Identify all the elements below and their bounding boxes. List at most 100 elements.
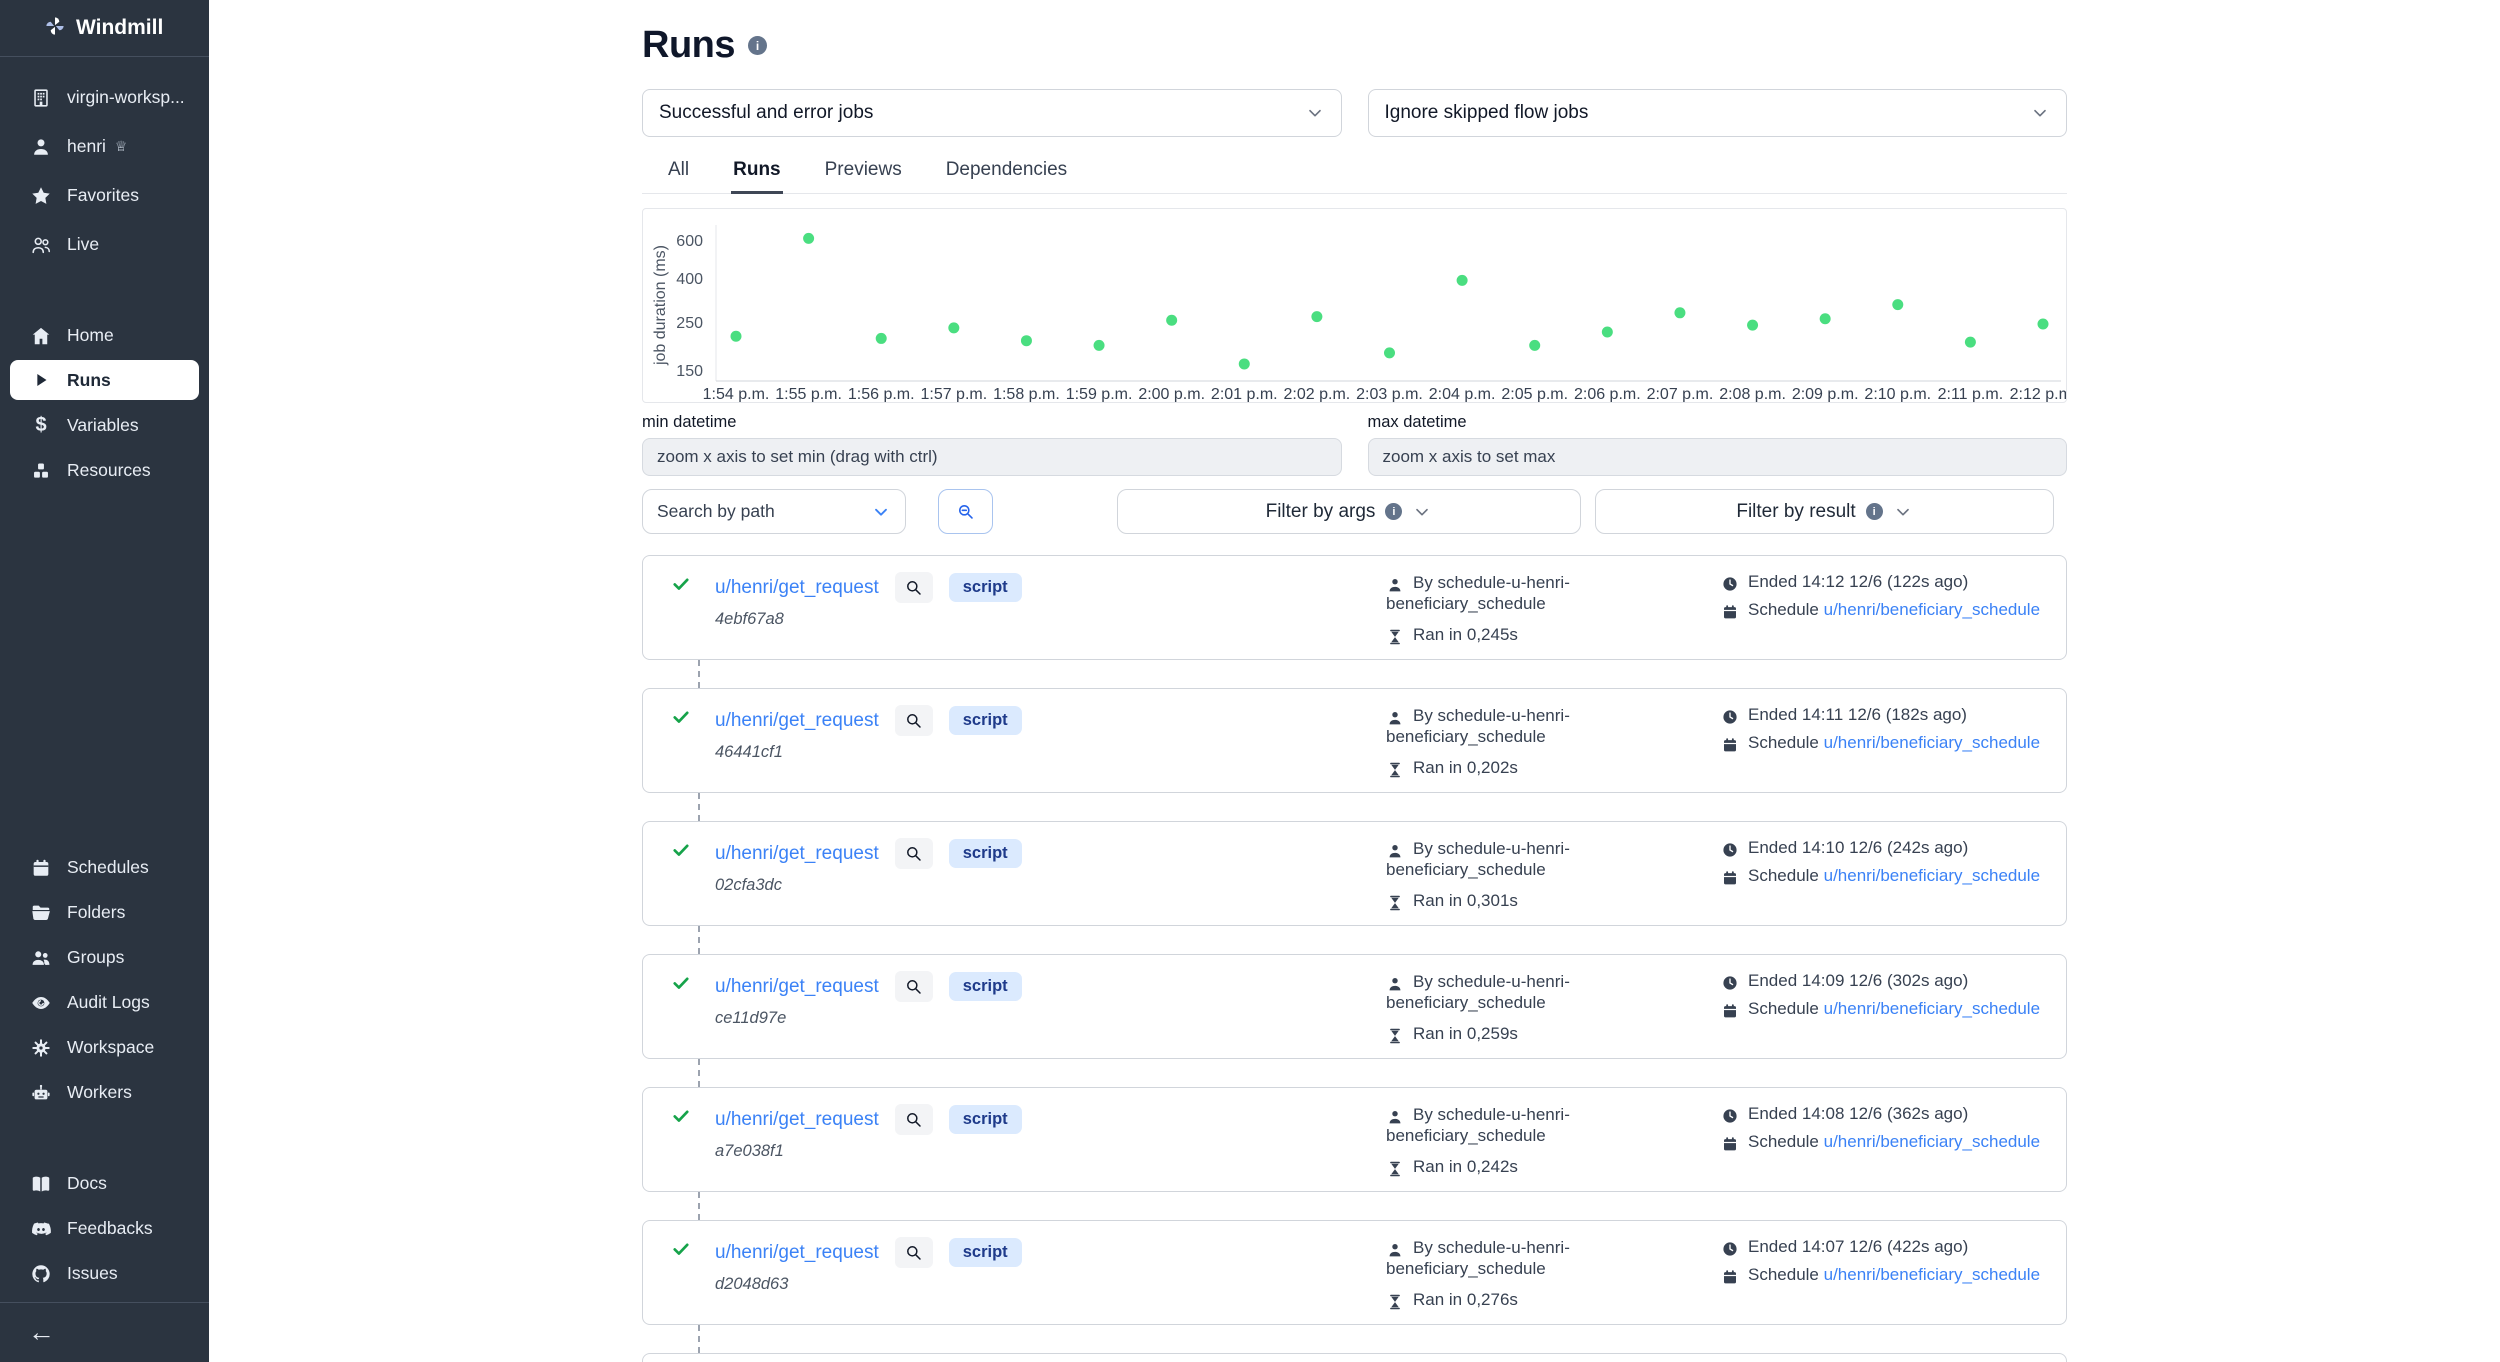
job-status-select[interactable]: Successful and error jobs — [642, 89, 1342, 137]
filter-by-args-button[interactable]: Filter by args — [1117, 489, 1581, 534]
folder-icon — [30, 902, 52, 924]
tab-runs[interactable]: Runs — [731, 151, 783, 194]
run-card[interactable]: u/henri/get_request script a7e038f1 By s… — [642, 1087, 2067, 1192]
run-triggered-by: By schedule-u-henri-beneficiary_schedule — [1386, 838, 1636, 880]
inspect-run-button[interactable] — [895, 1104, 933, 1135]
search-by-path-select[interactable]: Search by path — [642, 489, 906, 534]
run-card[interactable]: u/henri/get_request script 02cfa3dc By s… — [642, 821, 2067, 926]
svg-text:2:07 p.m.: 2:07 p.m. — [1647, 386, 1714, 402]
user-icon — [1386, 575, 1404, 593]
run-duration: Ran in 0,259s — [1386, 1023, 1636, 1044]
play-icon — [30, 369, 52, 391]
min-datetime-input[interactable] — [642, 438, 1342, 476]
inspect-run-button[interactable] — [895, 838, 933, 869]
run-card[interactable]: u/henri/get_request script 46441cf1 By s… — [642, 688, 2067, 793]
run-duration: Ran in 0,276s — [1386, 1289, 1636, 1310]
filter-by-result-button[interactable]: Filter by result — [1595, 489, 2054, 534]
hourglass-icon — [1386, 1026, 1404, 1044]
sidebar-item-favorites[interactable]: Favorites — [0, 171, 209, 220]
user-icon — [30, 136, 52, 158]
tab-previews[interactable]: Previews — [823, 151, 904, 193]
user-menu[interactable]: henri ♕ — [0, 122, 209, 171]
sidebar-item-groups[interactable]: Groups — [0, 935, 209, 980]
sidebar-item-label: Schedules — [67, 857, 149, 878]
script-badge: script — [949, 706, 1022, 735]
boxes-icon — [30, 460, 52, 482]
schedule-path-link[interactable]: u/henri/beneficiary_schedule — [1824, 866, 2040, 885]
search-button[interactable] — [938, 489, 993, 534]
run-ended-at: Ended 14:10 12/6 (242s ago) — [1721, 838, 2040, 859]
calendar-icon — [1721, 1268, 1739, 1286]
success-check-icon — [671, 1239, 691, 1264]
run-card[interactable]: u/henri/get_request script d2048d63 By s… — [642, 1220, 2067, 1325]
inspect-run-button[interactable] — [895, 971, 933, 1002]
run-path-link[interactable]: u/henri/get_request — [715, 843, 879, 865]
info-icon[interactable] — [748, 36, 767, 55]
sidebar-item-variables[interactable]: $ Variables — [0, 403, 209, 448]
run-duration: Ran in 0,301s — [1386, 890, 1636, 911]
sidebar-item-workspace[interactable]: Workspace — [0, 1025, 209, 1070]
inspect-run-button[interactable] — [895, 1237, 933, 1268]
sidebar-item-workers[interactable]: Workers — [0, 1070, 209, 1115]
sidebar-item-live[interactable]: Live — [0, 220, 209, 269]
discord-icon — [30, 1218, 52, 1240]
svg-text:2:02 p.m.: 2:02 p.m. — [1284, 386, 1351, 402]
hourglass-icon — [1386, 893, 1404, 911]
home-icon — [30, 325, 52, 347]
inspect-run-button[interactable] — [895, 705, 933, 736]
run-card[interactable]: u/henri/get_request script By schedule-u… — [642, 1353, 2067, 1362]
magnifier-icon — [904, 1243, 923, 1262]
flow-jobs-select[interactable]: Ignore skipped flow jobs — [1368, 89, 2068, 137]
collapse-sidebar-button[interactable]: ← — [28, 1319, 55, 1346]
clock-icon — [1721, 841, 1739, 859]
search-by-path-label: Search by path — [657, 501, 775, 522]
sidebar-item-docs[interactable]: Docs — [0, 1161, 209, 1206]
run-connector-line — [698, 926, 700, 954]
app-logo[interactable]: Windmill — [0, 0, 209, 57]
run-path-link[interactable]: u/henri/get_request — [715, 976, 879, 998]
sidebar-item-feedbacks[interactable]: Feedbacks — [0, 1206, 209, 1251]
min-datetime-label: min datetime — [642, 413, 1342, 432]
sidebar-item-label: Folders — [67, 902, 125, 923]
magnifier-icon — [904, 1110, 923, 1129]
scatter-plot[interactable]: 6004002501501:54 p.m.1:55 p.m.1:56 p.m.1… — [643, 209, 2066, 402]
schedule-path-link[interactable]: u/henri/beneficiary_schedule — [1824, 733, 2040, 752]
schedule-path-link[interactable]: u/henri/beneficiary_schedule — [1824, 999, 2040, 1018]
run-path-link[interactable]: u/henri/get_request — [715, 710, 879, 732]
max-datetime-input[interactable] — [1368, 438, 2068, 476]
schedule-path-link[interactable]: u/henri/beneficiary_schedule — [1824, 1132, 2040, 1151]
workspace-selector[interactable]: virgin-worksp... — [0, 73, 209, 122]
tab-dependencies[interactable]: Dependencies — [944, 151, 1069, 193]
run-id: 02cfa3dc — [715, 876, 1022, 895]
sidebar-item-runs[interactable]: Runs — [10, 360, 199, 400]
run-path-link[interactable]: u/henri/get_request — [715, 577, 879, 599]
sidebar-item-home[interactable]: Home — [0, 313, 209, 358]
sidebar-item-label: Resources — [67, 460, 151, 481]
run-path-link[interactable]: u/henri/get_request — [715, 1242, 879, 1264]
runs-duration-chart[interactable]: job duration (ms) 6004002501501:54 p.m.1… — [642, 208, 2067, 403]
sidebar-item-schedules[interactable]: Schedules — [0, 845, 209, 890]
run-duration: Ran in 0,242s — [1386, 1156, 1636, 1177]
run-card[interactable]: u/henri/get_request script ce11d97e By s… — [642, 954, 2067, 1059]
sidebar: Windmill virgin-worksp... henri ♕ Favori… — [0, 0, 209, 1362]
tab-all[interactable]: All — [666, 151, 691, 193]
hourglass-icon — [1386, 1292, 1404, 1310]
run-card[interactable]: u/henri/get_request script 4ebf67a8 By s… — [642, 555, 2067, 660]
username: henri — [67, 136, 106, 157]
run-connector-line — [698, 1192, 700, 1220]
script-badge: script — [949, 972, 1022, 1001]
run-path-link[interactable]: u/henri/get_request — [715, 1109, 879, 1131]
svg-text:1:54 p.m.: 1:54 p.m. — [703, 386, 770, 402]
svg-text:2:05 p.m.: 2:05 p.m. — [1501, 386, 1568, 402]
sidebar-item-resources[interactable]: Resources — [0, 448, 209, 493]
schedule-path-link[interactable]: u/henri/beneficiary_schedule — [1824, 600, 2040, 619]
sidebar-item-label: Favorites — [67, 185, 139, 206]
sidebar-item-folders[interactable]: Folders — [0, 890, 209, 935]
clock-icon — [1721, 1107, 1739, 1125]
sidebar-item-audit-logs[interactable]: Audit Logs — [0, 980, 209, 1025]
sidebar-item-label: Workers — [67, 1082, 132, 1103]
sidebar-item-issues[interactable]: Issues — [0, 1251, 209, 1296]
groups-icon — [30, 947, 52, 969]
inspect-run-button[interactable] — [895, 572, 933, 603]
schedule-path-link[interactable]: u/henri/beneficiary_schedule — [1824, 1265, 2040, 1284]
